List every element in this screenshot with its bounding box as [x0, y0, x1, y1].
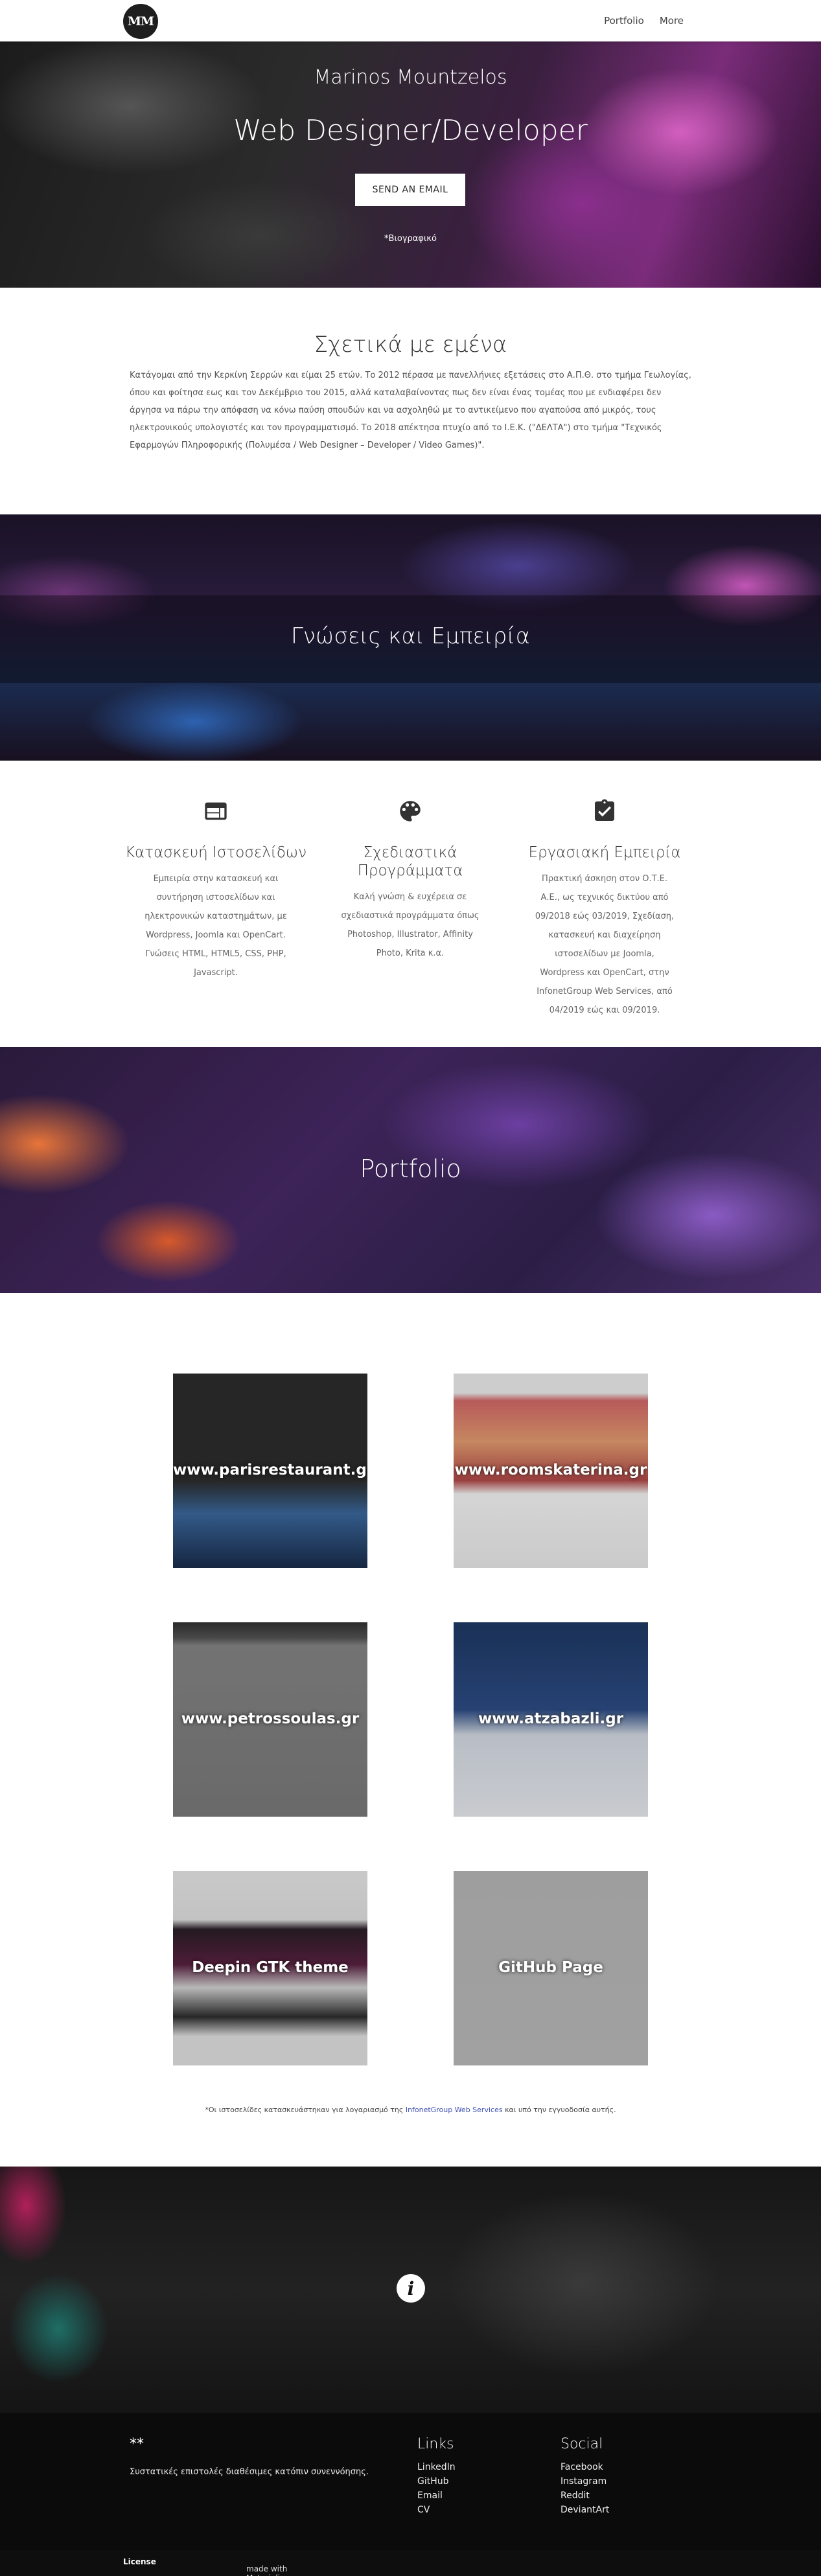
infonet-link[interactable]: InfonetGroup Web Services — [406, 2106, 503, 2114]
portfolio-card-deepin[interactable]: Deepin GTK theme — [173, 1871, 367, 2065]
footer-copyright: made with Materialize. License — [0, 2550, 821, 2576]
portfolio-card-petros[interactable]: www.petrossoulas.gr — [173, 1622, 367, 1817]
footer-link-email[interactable]: Email — [417, 2489, 456, 2503]
top-navbar: MM Portfolio More — [0, 0, 821, 41]
assignment-check-icon — [589, 796, 620, 827]
skill-design: Σχεδιαστικά Προγράμματα Καλή γνώση & ευχ… — [313, 796, 507, 963]
portfolio-card-rooms[interactable]: www.roomskaterina.gr — [454, 1374, 648, 1568]
footer-link-linkedin[interactable]: LinkedIn — [417, 2460, 456, 2474]
logo[interactable]: MM — [123, 4, 158, 39]
about-text: Κατάγομαι από την Κερκίνη Σερρών και είμ… — [130, 371, 691, 450]
portfolio-card-atza[interactable]: www.atzabazli.gr — [454, 1622, 648, 1817]
info-banner: i — [0, 2167, 821, 2413]
hero-section: Marinos Mountzelos Web Designer/Develope… — [0, 41, 821, 288]
skill-text: Πρακτική άσκηση στον Ο.Τ.Ε. Α.Ε., ως τεχ… — [535, 874, 675, 1015]
portfolio-card-paris[interactable]: www.parisrestaurant.gr — [173, 1374, 367, 1568]
portfolio-caption: GitHub Page — [498, 1959, 603, 1976]
footer-link-deviantart[interactable]: DeviantArt — [561, 2503, 609, 2517]
license-link[interactable]: License — [123, 2557, 156, 2566]
skills-banner: Γνώσεις και Εμπειρία — [0, 514, 821, 761]
footer-link-cv[interactable]: CV — [417, 2503, 456, 2517]
footer-social-title: Social — [561, 2436, 603, 2452]
footer: ** Συστατικές επιστολές διαθέσιμες κατόπ… — [0, 2413, 821, 2550]
nav-link-more[interactable]: More — [652, 15, 691, 27]
skill-title: Εργασιακή Εμπειρία — [528, 844, 681, 861]
skill-title: Σχεδιαστικά Προγράμματα — [357, 844, 463, 879]
send-email-button[interactable]: SEND AN EMAIL — [355, 174, 465, 206]
footer-links: Links LinkedIn GitHub Email CV — [417, 2436, 456, 2517]
about-title: Σχετικά με εμένα — [314, 332, 507, 358]
portfolio-caption: Deepin GTK theme — [192, 1959, 349, 1976]
skills-banner-title: Γνώσεις και Εμπειρία — [290, 623, 531, 649]
footer-message: Συστατικές επιστολές διαθέσιμες κατόπιν … — [130, 2467, 369, 2477]
footer-stars: ** — [130, 2436, 144, 2452]
portfolio-caption: www.atzabazli.gr — [478, 1710, 624, 1727]
footer-link-facebook[interactable]: Facebook — [561, 2460, 609, 2474]
hero-title: Web Designer/Developer — [233, 114, 588, 147]
info-icon[interactable]: i — [397, 2274, 425, 2303]
footer-link-github[interactable]: GitHub — [417, 2474, 456, 2489]
nav-links: Portfolio More — [596, 0, 691, 41]
portfolio-footnote: *Οι ιστοσελίδες κατασκευάστηκαν για λογα… — [205, 2106, 616, 2114]
skill-text: Καλή γνώση & ευχέρεια σε σχεδιαστικά προ… — [341, 892, 480, 958]
portfolio-card-github[interactable]: GitHub Page — [454, 1871, 648, 2065]
logo-text: MM — [127, 14, 154, 29]
footer-links-title: Links — [417, 2436, 454, 2452]
nav-link-portfolio[interactable]: Portfolio — [596, 15, 652, 27]
skill-text: Εμπειρία στην κατασκευή και συντήρηση ισ… — [145, 874, 287, 978]
palette-icon — [395, 796, 426, 827]
credit-text: made with Materialize. — [246, 2564, 292, 2576]
footer-link-instagram[interactable]: Instagram — [561, 2474, 609, 2489]
footer-link-reddit[interactable]: Reddit — [561, 2489, 609, 2503]
hero-name: Marinos Mountzelos — [314, 66, 507, 89]
portfolio-caption: www.petrossoulas.gr — [181, 1710, 360, 1727]
footer-social: Social Facebook Instagram Reddit Deviant… — [561, 2436, 609, 2517]
portfolio-banner-title: Portfolio — [360, 1155, 461, 1183]
skill-web: Κατασκευή Ιστοσελίδων Εμπειρία στην κατα… — [119, 796, 313, 982]
portfolio-caption: www.parisrestaurant.gr — [173, 1462, 367, 1478]
bio-link[interactable]: *Βιογραφικό — [0, 234, 821, 244]
skill-experience: Εργασιακή Εμπειρία Πρακτική άσκηση στον … — [507, 796, 702, 1020]
portfolio-caption: www.roomskaterina.gr — [454, 1462, 647, 1478]
web-icon — [200, 796, 231, 827]
portfolio-banner: Portfolio — [0, 1047, 821, 1293]
skill-title: Κατασκευή Ιστοσελίδων — [124, 844, 307, 861]
